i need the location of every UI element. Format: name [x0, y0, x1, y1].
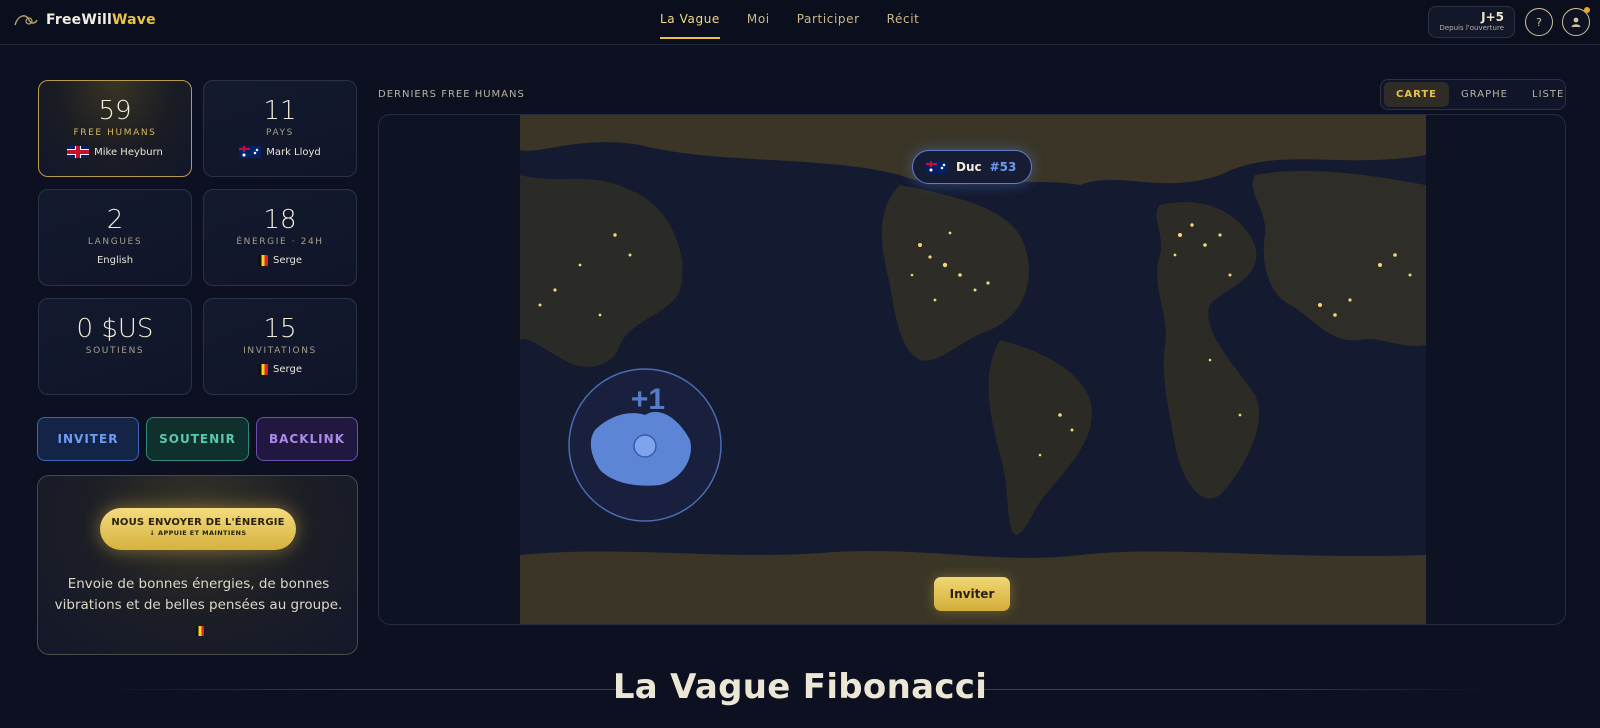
energy-description: Envoie de bonnes énergies, de bonnes vib…	[54, 576, 343, 613]
stat-value: 0 $US	[76, 314, 154, 344]
map-title: DERNIERS FREE HUMANS	[378, 89, 525, 100]
user-icon	[1571, 17, 1581, 27]
uk-flag-icon	[67, 146, 90, 158]
help-icon: ?	[1536, 15, 1542, 29]
nav-moi[interactable]: Moi	[747, 12, 770, 39]
stat-person-row: Serge	[204, 364, 356, 375]
tab-graphe[interactable]: GRAPHE	[1449, 82, 1520, 107]
stat-label: FREE HUMANS	[73, 128, 157, 138]
stat-person: Mark Lloyd	[266, 146, 321, 158]
stat-card-invitations: 15 INVITATIONS Serge	[203, 298, 357, 395]
nav-la-vague[interactable]: La Vague	[660, 12, 720, 39]
backlink-button[interactable]: BACKLINK	[256, 417, 358, 461]
stat-value: 59	[98, 96, 132, 126]
stat-card-free-humans: 59 FREE HUMANS Mike Heyburn	[38, 80, 192, 177]
stat-label: INVITATIONS	[243, 346, 317, 356]
day-counter-badge: J+5 Depuis l'ouverture	[1428, 6, 1515, 38]
send-energy-label: NOUS ENVOYER DE L'ÉNERGIE	[111, 517, 285, 528]
stat-person: Serge	[273, 364, 302, 375]
section-title: La Vague Fibonacci	[612, 667, 988, 707]
stat-value: 15	[263, 314, 297, 344]
top-bar: FreeWillWave La Vague Moi Participer Réc…	[0, 0, 1600, 45]
wave-icon	[14, 11, 38, 29]
send-energy-button[interactable]: NOUS ENVOYER DE L'ÉNERGIE ↓ APPUIE ET MA…	[100, 508, 296, 550]
send-energy-hint: ↓ APPUIE ET MAINTIENS	[149, 529, 247, 537]
nav-participer[interactable]: Participer	[797, 12, 860, 39]
view-tabs: CARTE GRAPHE LISTE	[1380, 79, 1566, 110]
stat-card-pays: 11 PAYS Mark Lloyd	[203, 80, 357, 177]
brand-name: FreeWillWave	[46, 12, 156, 28]
stat-value: 11	[263, 96, 297, 126]
brand-name-part2: Wave	[112, 12, 156, 28]
stat-person-row: English	[39, 255, 191, 266]
australia-flag-icon	[239, 146, 262, 158]
brand-logo[interactable]: FreeWillWave	[14, 11, 156, 29]
stat-card-soutiens: 0 $US SOUTIENS	[38, 298, 192, 395]
stat-person: Mike Heyburn	[94, 146, 163, 158]
stat-person-row: Mark Lloyd	[204, 146, 356, 158]
stat-card-energie: 18 ÉNERGIE · 24H Serge	[203, 189, 357, 286]
stat-label: ÉNERGIE · 24H	[236, 237, 324, 247]
new-member-badge: +1	[631, 383, 665, 416]
stat-person-row: Mike Heyburn	[39, 146, 191, 158]
latest-member-marker[interactable]	[633, 434, 657, 458]
help-button[interactable]: ?	[1525, 8, 1553, 36]
stat-label: SOUTIENS	[85, 346, 145, 356]
stat-person-row: Serge	[204, 255, 356, 266]
day-counter-value: J+5	[1481, 10, 1504, 24]
australia-flag-icon	[926, 161, 948, 173]
latest-member-pill[interactable]: Duc #53	[912, 150, 1032, 184]
stat-person: Serge	[273, 255, 302, 266]
tab-liste[interactable]: LISTE	[1520, 82, 1576, 107]
belgium-flag-icon	[258, 255, 269, 266]
brand-name-part1: FreeWill	[46, 12, 113, 28]
map-invite-button[interactable]: Inviter	[934, 577, 1010, 611]
belgium-flag-icon	[196, 626, 204, 636]
invite-button[interactable]: INVITER	[37, 417, 139, 461]
support-button[interactable]: SOUTENIR	[146, 417, 249, 461]
notification-dot	[1584, 7, 1590, 13]
world-night-map[interactable]: +1	[520, 115, 1426, 625]
tab-carte[interactable]: CARTE	[1384, 82, 1449, 107]
stat-value: 2	[106, 205, 124, 235]
stat-value: 18	[263, 205, 297, 235]
energy-panel: NOUS ENVOYER DE L'ÉNERGIE ↓ APPUIE ET MA…	[37, 475, 358, 655]
stat-label: PAYS	[266, 128, 294, 138]
stat-person: English	[96, 255, 134, 266]
day-counter-label: Depuis l'ouverture	[1439, 24, 1504, 32]
latest-member-number: #53	[989, 160, 1017, 174]
nav-recit[interactable]: Récit	[887, 12, 920, 39]
latest-member-name: Duc	[956, 160, 982, 174]
stat-card-langues: 2 LANGUES English	[38, 189, 192, 286]
stat-label: LANGUES	[87, 237, 143, 247]
main-nav: La Vague Moi Participer Récit	[660, 12, 919, 39]
world-map-panel[interactable]: +1	[378, 114, 1566, 625]
belgium-flag-icon	[258, 364, 269, 375]
